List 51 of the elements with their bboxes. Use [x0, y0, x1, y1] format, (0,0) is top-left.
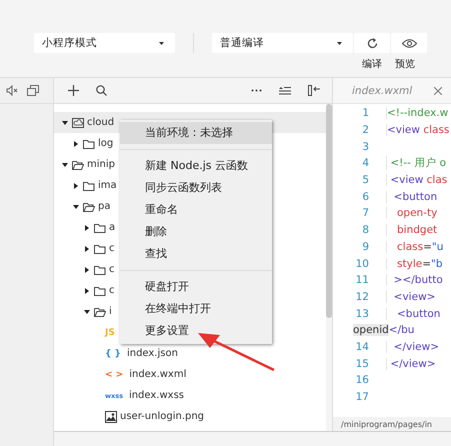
file-name: index.wxss — [128, 390, 184, 401]
code-line: ></butto — [386, 274, 443, 286]
file-name: user-unlogin.png — [120, 411, 204, 422]
line-number: 13 — [354, 308, 369, 320]
line-number: 3 — [361, 140, 369, 153]
file-name: log — [98, 138, 114, 149]
code-line: class="u — [386, 240, 444, 253]
code-line: <view> — [386, 290, 436, 303]
line-number: 17 — [354, 391, 369, 404]
file-name: i — [109, 306, 112, 317]
code-line: style="b — [386, 258, 443, 270]
wxml-file-icon: < > — [105, 370, 124, 380]
file-name: pa — [98, 201, 110, 212]
button-label: 预览 — [395, 58, 415, 71]
file-name: c — [109, 243, 114, 254]
line-number: 9 — [361, 240, 369, 253]
file-name: index.json — [126, 348, 178, 359]
line-number: 8 — [361, 224, 369, 236]
line-number: 6 — [361, 190, 369, 203]
code-line: open-ty — [386, 207, 438, 220]
code-line: <view class — [386, 124, 450, 136]
file-name: c — [109, 285, 114, 296]
line-number: 15 — [354, 358, 369, 370]
file-name: index.wxml — [129, 369, 186, 380]
code-line: <!-- 用户 o — [386, 156, 446, 170]
line-number: 12 — [354, 290, 369, 303]
file-name: cloud — [87, 117, 114, 128]
file-name: c — [109, 264, 114, 275]
code-line: </view> — [386, 340, 439, 353]
line-number: 11 — [354, 274, 369, 286]
code-line: <!--index.w — [386, 107, 448, 120]
json-file-icon: { } — [105, 348, 121, 358]
code-line: <view clas — [386, 174, 448, 186]
line-number: 10 — [354, 258, 369, 270]
code-line: <button — [386, 190, 438, 203]
line-number: 16 — [354, 374, 369, 386]
file-name: ima — [98, 180, 117, 191]
line-number: 1 — [361, 107, 369, 120]
code-line: </view> — [386, 358, 436, 370]
line-number: 2 — [361, 124, 369, 136]
line-number: 5 — [361, 174, 369, 186]
file-name: a — [109, 222, 116, 233]
line-number: 4 — [361, 157, 369, 170]
code-line: <button — [386, 308, 440, 320]
code-line: bindget — [386, 224, 438, 236]
code-line: openid</bu — [353, 324, 414, 336]
button-label: 编译 — [362, 58, 382, 71]
file-path: /miniprogram/pages/in — [341, 420, 432, 428]
line-number: 14 — [354, 340, 369, 353]
line-number: 7 — [361, 207, 369, 220]
file-name: minip — [87, 159, 115, 170]
